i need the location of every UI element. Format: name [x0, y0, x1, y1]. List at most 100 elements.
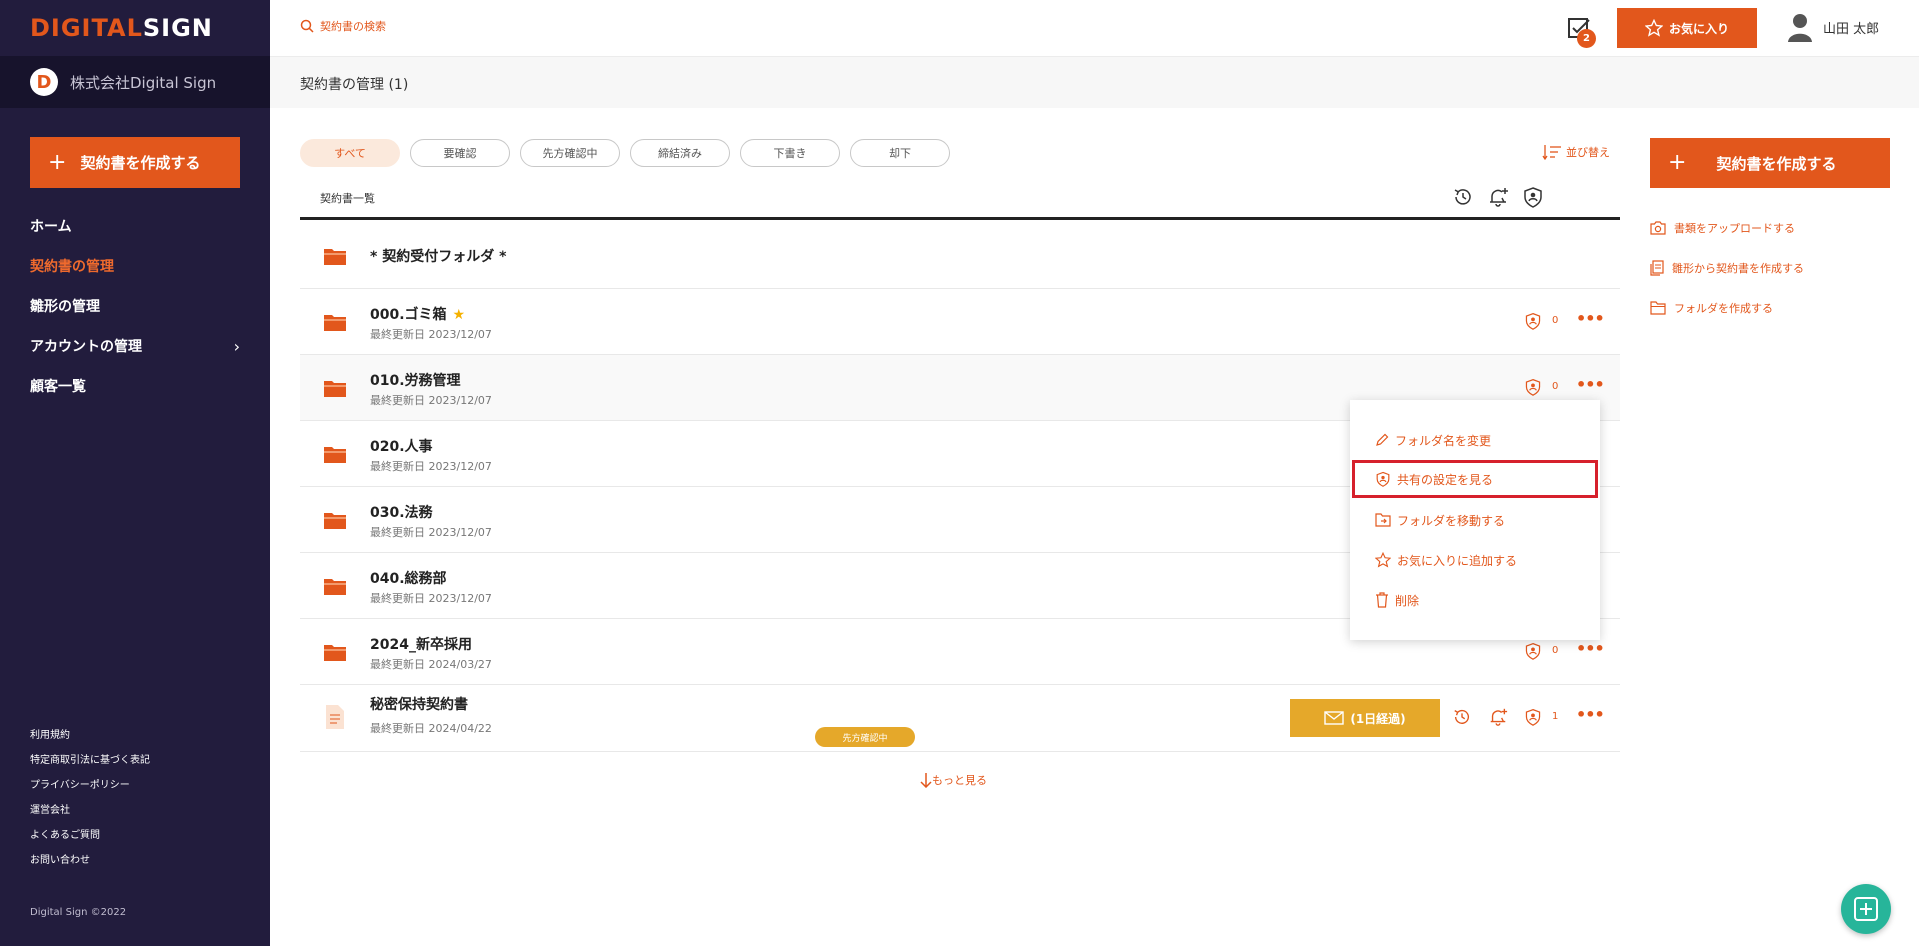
filter-signed[interactable]: 締結済み: [630, 139, 730, 167]
sort-icon: [1542, 145, 1561, 160]
sidebar-item-home[interactable]: ホーム: [30, 206, 240, 246]
share-count: 0: [1552, 645, 1559, 656]
more-options-icon[interactable]: •••: [1576, 375, 1605, 394]
plus-icon: +: [48, 149, 67, 175]
folder-name: * 契約受付フォルダ *: [370, 249, 507, 265]
share-count: 1: [1552, 711, 1559, 722]
arrow-down-icon: [920, 773, 932, 788]
folder-outline-icon: [1650, 301, 1666, 315]
folder-updated-date: 最終更新日 2023/12/07: [370, 460, 492, 473]
filter-rejected[interactable]: 却下: [850, 139, 950, 167]
sidebar-item-customers[interactable]: 顧客一覧: [30, 366, 240, 406]
star-icon: [1375, 552, 1391, 568]
folder-icon: [324, 447, 346, 463]
see-more-link[interactable]: もっと見る: [920, 772, 987, 788]
folder-updated-date: 最終更新日 2023/12/07: [370, 328, 492, 341]
create-from-template-link[interactable]: 雛形から契約書を作成する: [1650, 248, 1804, 288]
page-title: 契約書の管理 (1): [300, 77, 409, 93]
sidebar-nav: ホーム 契約書の管理 雛形の管理 アカウントの管理 › 顧客一覧: [30, 206, 240, 406]
create-folder-link[interactable]: フォルダを作成する: [1650, 288, 1804, 328]
history-icon[interactable]: [1452, 707, 1472, 727]
sidebar-item-account[interactable]: アカウントの管理 ›: [30, 326, 240, 366]
template-icon: [1650, 260, 1664, 276]
topbar: 契約書の検索 2 お気に入り 山田 太郎: [270, 0, 1919, 57]
folder-icon: [324, 315, 346, 331]
right-create-contract-button[interactable]: + 契約書を作成する: [1650, 138, 1890, 188]
folder-name: 010.労務管理: [370, 373, 461, 389]
folder-updated-date: 最終更新日 2024/03/27: [370, 658, 492, 671]
floating-add-button[interactable]: [1841, 884, 1891, 934]
document-row-nda[interactable]: 秘密保持契約書 最終更新日 2024/04/22 先方確認中 (1日経過) 1 …: [300, 685, 1620, 752]
document-name: 秘密保持契約書: [370, 697, 468, 713]
menu-item-move-folder[interactable]: フォルダを移動する: [1350, 501, 1600, 539]
menu-item-rename-folder[interactable]: フォルダ名を変更: [1350, 421, 1600, 459]
reminder-mail-button[interactable]: (1日経過): [1290, 699, 1440, 737]
folder-updated-date: 最終更新日 2023/12/07: [370, 592, 492, 605]
company-avatar: D: [30, 68, 58, 96]
filter-all[interactable]: すべて: [300, 139, 400, 167]
menu-item-add-favorite[interactable]: お気に入りに追加する: [1350, 541, 1600, 579]
footer-link-company[interactable]: 運営会社: [30, 801, 150, 826]
shield-user-icon[interactable]: [1522, 186, 1544, 208]
sort-button[interactable]: 並び替え: [1542, 144, 1610, 160]
chevron-right-icon: ›: [233, 336, 240, 356]
list-header: 契約書一覧: [300, 180, 1620, 220]
upload-document-link[interactable]: 書類をアップロードする: [1650, 208, 1804, 248]
shield-user-icon[interactable]: [1524, 377, 1542, 397]
folder-icon: [324, 381, 346, 397]
trash-icon: [1376, 592, 1388, 608]
bell-plus-icon[interactable]: [1488, 707, 1508, 727]
user-menu[interactable]: 山田 太郎: [1787, 12, 1879, 42]
list-header-label: 契約書一覧: [320, 192, 375, 205]
search-input[interactable]: 契約書の検索: [300, 18, 386, 34]
quick-actions: 書類をアップロードする 雛形から契約書を作成する フォルダを作成する: [1650, 208, 1804, 328]
plus-icon: +: [1668, 150, 1687, 175]
document-icon: [326, 705, 344, 729]
menu-item-delete[interactable]: 削除: [1350, 581, 1600, 619]
shield-user-icon[interactable]: [1524, 707, 1542, 727]
sidebar-item-contracts[interactable]: 契約書の管理: [30, 246, 240, 286]
document-updated-date: 最終更新日 2024/04/22: [370, 722, 492, 735]
avatar: [1788, 14, 1812, 42]
filter-needs-review[interactable]: 要確認: [410, 139, 510, 167]
more-options-icon[interactable]: •••: [1576, 309, 1605, 328]
favorites-button[interactable]: お気に入り: [1617, 8, 1757, 48]
status-filters: すべて 要確認 先方確認中 締結済み 下書き 却下: [300, 139, 950, 167]
folder-icon: [324, 579, 346, 595]
company-switcher[interactable]: D 株式会社Digital Sign: [0, 56, 270, 108]
search-icon: [300, 19, 314, 33]
sidebar-create-contract-button[interactable]: + 契約書を作成する: [30, 137, 240, 188]
folder-move-icon: [1375, 513, 1391, 527]
footer-link-terms[interactable]: 利用規約: [30, 726, 150, 751]
footer-link-privacy[interactable]: プライバシーポリシー: [30, 776, 150, 801]
folder-name: 020.人事: [370, 439, 433, 455]
status-badge: 先方確認中: [815, 727, 915, 747]
filter-pending-counterparty[interactable]: 先方確認中: [520, 139, 620, 167]
folder-row-trash[interactable]: 000.ゴミ箱 ★ 最終更新日 2023/12/07 0 •••: [300, 289, 1620, 355]
user-name: 山田 太郎: [1823, 21, 1880, 37]
more-options-icon[interactable]: •••: [1576, 639, 1605, 658]
sidebar-item-templates[interactable]: 雛形の管理: [30, 286, 240, 326]
folder-icon: [324, 249, 346, 265]
shield-user-icon[interactable]: [1524, 311, 1542, 331]
shield-user-icon[interactable]: [1524, 641, 1542, 661]
camera-icon: [1650, 221, 1666, 235]
folder-row-inbox[interactable]: * 契約受付フォルダ *: [300, 223, 1620, 289]
footer-link-commerce-law[interactable]: 特定商取引法に基づく表記: [30, 751, 150, 776]
share-count: 0: [1552, 381, 1559, 392]
footer-link-contact[interactable]: お問い合わせ: [30, 851, 150, 876]
sidebar: DIGITALSIGN D 株式会社Digital Sign + 契約書を作成す…: [0, 0, 270, 946]
favorite-star-icon: ★: [452, 307, 466, 323]
logo[interactable]: DIGITALSIGN: [0, 0, 270, 56]
folder-icon: [324, 513, 346, 529]
footer-link-faq[interactable]: よくあるご質問: [30, 826, 150, 851]
bell-plus-icon[interactable]: [1487, 186, 1509, 208]
filter-draft[interactable]: 下書き: [740, 139, 840, 167]
menu-item-view-sharing[interactable]: 共有の設定を見る: [1352, 460, 1598, 498]
folder-icon: [324, 645, 346, 661]
pencil-icon: [1376, 433, 1389, 446]
history-icon[interactable]: [1452, 186, 1474, 208]
folder-name: 000.ゴミ箱: [370, 307, 447, 323]
share-count: 0: [1552, 315, 1559, 326]
more-options-icon[interactable]: •••: [1576, 705, 1605, 724]
